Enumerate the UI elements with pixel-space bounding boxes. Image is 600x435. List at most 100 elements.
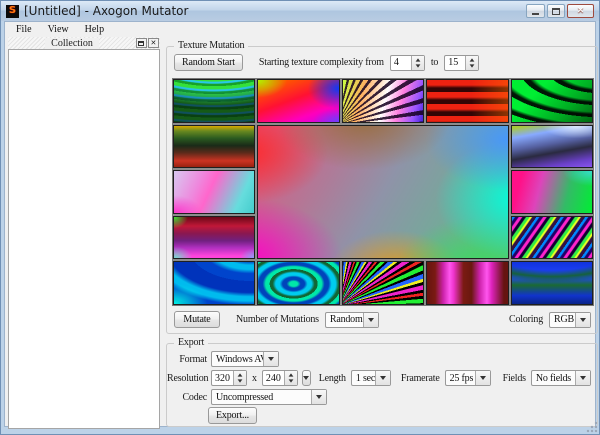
mutate-button[interactable]: Mutate [174,311,220,328]
resolution-width-value: 320 [212,371,233,385]
texture-thumbnail[interactable] [511,261,593,305]
framerate-value: 25 fps [446,371,475,385]
texture-mutation-group: Texture Mutation Random Start Starting t… [166,46,598,334]
texture-thumbnail[interactable] [173,216,255,260]
coloring-combo[interactable]: RGB [549,312,591,328]
minimize-button[interactable] [526,4,545,18]
chevron-down-icon [268,357,274,361]
format-value: Windows AVI [212,352,263,366]
mutations-count-combo[interactable]: Random [325,312,379,328]
codec-value: Uncompressed [212,390,311,404]
collection-dock-header[interactable]: Collection ✕ [8,37,160,49]
combo-arrow[interactable] [363,313,378,327]
fields-combo[interactable]: No fields [531,370,591,386]
resolution-width-spin-buttons[interactable] [233,371,246,385]
dock-float-icon [138,41,144,46]
app-window: S [Untitled] - Axogon Mutator ✕ File Vie… [0,0,600,435]
maximize-button[interactable] [547,4,565,18]
combo-arrow[interactable] [475,371,490,385]
close-button[interactable]: ✕ [567,4,594,18]
texture-thumbnail[interactable] [511,125,593,169]
texture-thumbnail[interactable] [173,261,255,305]
window-title: [Untitled] - Axogon Mutator [24,4,188,18]
complexity-to-spin-buttons[interactable] [465,56,478,70]
complexity-label: Starting texture complexity from [259,57,384,68]
texture-preview-main[interactable] [257,125,508,260]
resolution-row: Resolution 320 x 240 [167,370,591,386]
export-button[interactable]: Export... [208,407,257,424]
spin-down-icon [470,64,475,67]
texture-thumbnail[interactable] [257,79,339,123]
menu-help[interactable]: Help [77,22,112,36]
maximize-icon [552,8,560,15]
caption-buttons: ✕ [524,4,594,18]
texture-thumbnail[interactable] [257,261,339,305]
complexity-from-spin-buttons[interactable] [411,56,424,70]
mutations-count-label: Number of Mutations [236,314,319,325]
format-label: Format [167,354,207,365]
coloring-value: RGB [550,313,575,327]
resolution-width-spinbox[interactable]: 320 [211,370,247,386]
chevron-down-icon [580,318,586,322]
combo-arrow[interactable] [575,371,590,385]
collection-list[interactable] [8,49,160,429]
length-value: 1 sec [352,371,375,385]
complexity-to-spinbox[interactable]: 15 [444,55,479,71]
length-combo[interactable]: 1 sec [351,370,391,386]
title-bar[interactable]: S [Untitled] - Axogon Mutator ✕ [1,1,599,21]
random-start-button[interactable]: Random Start [174,54,243,71]
chevron-down-icon [303,376,309,380]
dock-float-button[interactable] [136,38,147,48]
spin-down-icon [415,64,420,67]
codec-label: Codec [167,392,207,403]
texture-thumbnail[interactable] [511,216,593,260]
combo-arrow[interactable] [263,352,278,366]
coloring-label: Coloring [509,314,543,325]
texture-thumbnail[interactable] [426,79,508,123]
codec-row: Codec Uncompressed [167,389,591,405]
texture-thumbnail[interactable] [173,79,255,123]
combo-arrow[interactable] [311,390,326,404]
chevron-down-icon [368,318,374,322]
menu-file[interactable]: File [8,22,40,36]
texture-thumbnail[interactable] [342,261,424,305]
format-combo[interactable]: Windows AVI [211,351,279,367]
framerate-combo[interactable]: 25 fps [445,370,491,386]
menu-bar: File View Help [5,22,595,36]
texture-thumbnail[interactable] [173,170,255,214]
texture-thumbnail[interactable] [511,79,593,123]
texture-thumbnail[interactable] [342,79,424,123]
texture-thumbnail[interactable] [173,125,255,169]
complexity-row: Random Start Starting texture complexity… [174,54,590,71]
resolution-x-label: x [252,373,257,384]
resolution-height-spinbox[interactable]: 240 [262,370,298,386]
chevron-down-icon [580,376,586,380]
resize-grip[interactable] [586,421,598,433]
spin-up-icon [415,58,420,61]
minimize-icon [532,13,539,15]
combo-arrow[interactable] [375,371,390,385]
combo-arrow[interactable] [575,313,590,327]
chevron-down-icon [316,395,322,399]
fields-label: Fields [503,373,526,384]
spin-up-icon [238,373,243,376]
collection-dock-title: Collection [45,38,99,49]
close-icon: ✕ [577,7,585,16]
export-group-label: Export [174,337,208,348]
mutations-count-value: Random [326,313,363,327]
export-group: Export Format Windows AVI Resolution 320 [166,343,598,427]
spin-up-icon [470,58,475,61]
complexity-to-label: to [431,57,438,68]
menu-view[interactable]: View [40,22,77,36]
mutate-row: Mutate Number of Mutations Random Colori… [174,311,591,328]
chevron-down-icon [480,376,486,380]
texture-thumbnail[interactable] [511,170,593,214]
resolution-height-spin-buttons[interactable] [284,371,297,385]
codec-combo[interactable]: Uncompressed [211,389,327,405]
dock-close-button[interactable]: ✕ [148,38,159,48]
complexity-from-spinbox[interactable]: 4 [390,55,425,71]
resolution-preset-button[interactable] [302,370,311,386]
texture-thumbnail[interactable] [426,261,508,305]
chevron-down-icon [380,376,386,380]
resolution-label: Resolution [167,373,207,384]
